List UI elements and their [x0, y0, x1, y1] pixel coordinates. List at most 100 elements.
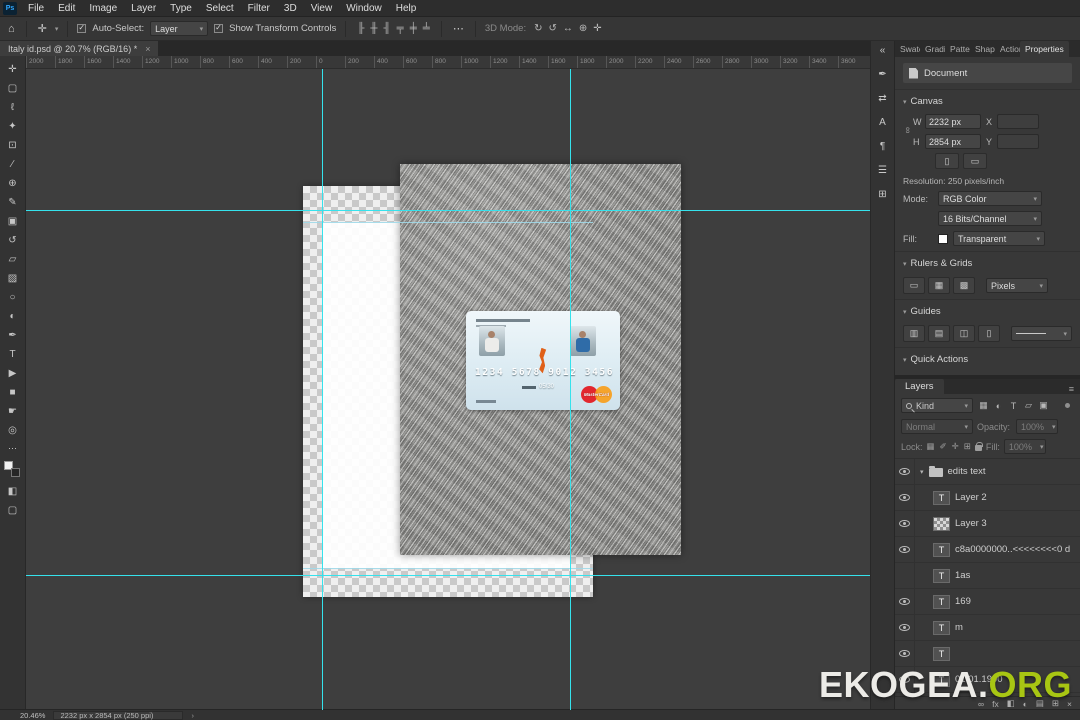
- canvas-section-header[interactable]: Canvas: [895, 89, 1080, 110]
- horizontal-guide-icon[interactable]: ▤: [928, 325, 950, 342]
- height-field[interactable]: 2854 px: [925, 134, 981, 149]
- menu-item[interactable]: Filter: [241, 0, 277, 17]
- inner-guide-top[interactable]: [303, 222, 593, 223]
- panel-tab[interactable]: Shapes: [970, 41, 995, 57]
- panel-tab[interactable]: Patterns: [945, 41, 970, 57]
- layer-thumbnail[interactable]: [933, 568, 950, 583]
- history-brush-tool[interactable]: ↺: [2, 231, 24, 250]
- kind-filter-dropdown[interactable]: Kind: [901, 398, 973, 413]
- landscape-orientation-icon[interactable]: ▭: [963, 153, 987, 169]
- lock-artboard-icon[interactable]: ⊞: [964, 441, 971, 452]
- align-right-icon[interactable]: ╢: [382, 23, 393, 34]
- portrait-orientation-icon[interactable]: ▯: [935, 153, 959, 169]
- quick-mask-icon[interactable]: ◧: [2, 482, 24, 501]
- screen-mode-icon[interactable]: ▢: [2, 501, 24, 520]
- document-tab[interactable]: Italy id.psd @ 20.7% (RGB/16) * ×: [0, 41, 159, 56]
- eye-icon[interactable]: [899, 624, 910, 631]
- inner-guide-bottom[interactable]: [303, 568, 593, 569]
- layer-name[interactable]: edits text: [948, 466, 986, 477]
- top-ruler[interactable]: 2000 1800 1600 1400 1200 1000 800 600 400 200 0 200…: [26, 56, 870, 69]
- eye-icon[interactable]: [899, 598, 910, 605]
- transform-controls-checkbox[interactable]: [214, 23, 224, 33]
- layer-row[interactable]: Layer 3: [895, 511, 1080, 537]
- lock-position-icon[interactable]: ✛: [952, 441, 959, 452]
- layer-row[interactable]: 1as: [895, 563, 1080, 589]
- crop-tool[interactable]: ⊡: [2, 136, 24, 155]
- layer-thumbnail[interactable]: [933, 542, 950, 557]
- lock-pixels-icon[interactable]: ✐: [940, 441, 947, 452]
- panel-menu-icon[interactable]: ≡: [1063, 384, 1080, 394]
- brush-settings-panel-icon[interactable]: ✒: [878, 69, 886, 80]
- blur-tool[interactable]: ○: [2, 288, 24, 307]
- y-field[interactable]: [997, 134, 1039, 149]
- menu-item[interactable]: Edit: [51, 0, 82, 17]
- link-dimensions-icon[interactable]: ∞: [903, 127, 913, 137]
- auto-select-checkbox[interactable]: [77, 23, 87, 33]
- expand-collapse-icon[interactable]: [920, 468, 924, 476]
- visibility-cell[interactable]: [895, 485, 915, 510]
- status-menu-arrow-icon[interactable]: ›: [191, 711, 194, 720]
- align-center-h-icon[interactable]: ╫: [368, 23, 379, 34]
- edit-toolbar-icon[interactable]: ⋯: [8, 443, 17, 454]
- brush-tool[interactable]: ✎: [2, 193, 24, 212]
- pen-tool[interactable]: ✒: [2, 326, 24, 345]
- type-tool[interactable]: T: [2, 345, 24, 364]
- panel-tab[interactable]: Gradients: [920, 41, 945, 57]
- layer-thumbnail[interactable]: [928, 466, 943, 477]
- collapse-panels-icon[interactable]: «: [880, 45, 886, 56]
- layer-thumbnail[interactable]: [933, 490, 950, 505]
- rulers-icon[interactable]: ▭: [903, 277, 925, 294]
- spot-healing-tool[interactable]: ⊕: [2, 174, 24, 193]
- filter-smart-objects-icon[interactable]: ▣: [1036, 398, 1051, 413]
- lock-all-icon[interactable]: [974, 442, 983, 451]
- panel-tab[interactable]: Actions: [995, 41, 1020, 57]
- grid-settings-icon[interactable]: ▩: [953, 277, 975, 294]
- units-dropdown[interactable]: Pixels: [986, 278, 1048, 293]
- menu-item[interactable]: Window: [339, 0, 389, 17]
- guides-section-header[interactable]: Guides: [895, 299, 1080, 320]
- eye-icon[interactable]: [899, 650, 910, 657]
- path-selection-tool[interactable]: ▶: [2, 364, 24, 383]
- quick-actions-section-header[interactable]: Quick Actions: [895, 347, 1080, 368]
- vertical-guide[interactable]: [570, 69, 571, 710]
- menu-item[interactable]: View: [304, 0, 340, 17]
- horizontal-guide[interactable]: [26, 210, 870, 211]
- zoom-tool[interactable]: ◎: [2, 421, 24, 440]
- gradient-tool[interactable]: ▨: [2, 269, 24, 288]
- horizontal-guide[interactable]: [26, 575, 870, 576]
- blend-mode-dropdown[interactable]: Normal: [901, 419, 973, 434]
- layer-name[interactable]: m: [955, 622, 963, 633]
- layer-row[interactable]: 169: [895, 589, 1080, 615]
- visibility-cell[interactable]: [895, 589, 915, 614]
- character-panel-icon[interactable]: A: [879, 117, 886, 128]
- menu-item[interactable]: Image: [82, 0, 124, 17]
- bit-depth-dropdown[interactable]: 16 Bits/Channel: [938, 211, 1042, 226]
- new-guide-layout-icon[interactable]: ▥: [903, 325, 925, 342]
- lock-guides-icon[interactable]: ▯: [978, 325, 1000, 342]
- symmetry-panel-icon[interactable]: ⇄: [878, 93, 886, 104]
- lock-transparent-icon[interactable]: ▦: [927, 441, 935, 452]
- fill-field[interactable]: 100%: [1003, 439, 1046, 454]
- menu-item[interactable]: File: [21, 0, 51, 17]
- id-card-layer[interactable]: 1234 5678 9012 3456 05/30 MasterCard: [466, 311, 620, 410]
- vertical-guide[interactable]: [322, 69, 323, 710]
- glyphs-panel-icon[interactable]: ☰: [878, 165, 887, 176]
- layer-name[interactable]: 1as: [955, 570, 970, 581]
- visibility-cell[interactable]: [895, 641, 915, 666]
- auto-select-dropdown[interactable]: Layer: [150, 21, 209, 36]
- filter-shape-layers-icon[interactable]: ▱: [1021, 398, 1036, 413]
- layer-name[interactable]: c8a0000000..<<<<<<<<0 d: [955, 544, 1070, 555]
- layer-name[interactable]: 169: [955, 596, 971, 607]
- align-left-icon[interactable]: ╟: [355, 23, 366, 34]
- background-color-swatch[interactable]: [11, 468, 20, 477]
- panel-tab[interactable]: Swatches: [895, 41, 920, 57]
- clear-guides-icon[interactable]: ◫: [953, 325, 975, 342]
- home-icon[interactable]: ⌂: [6, 23, 17, 35]
- clone-stamp-tool[interactable]: ▣: [2, 212, 24, 231]
- scale-3d-icon[interactable]: ✛: [591, 23, 603, 34]
- document-properties-row[interactable]: Document: [903, 63, 1072, 83]
- layer-thumbnail[interactable]: [933, 516, 950, 531]
- align-middle-icon[interactable]: ╪: [408, 23, 419, 34]
- filter-toggle-icon[interactable]: [1065, 403, 1070, 408]
- grid-icon[interactable]: ▦: [928, 277, 950, 294]
